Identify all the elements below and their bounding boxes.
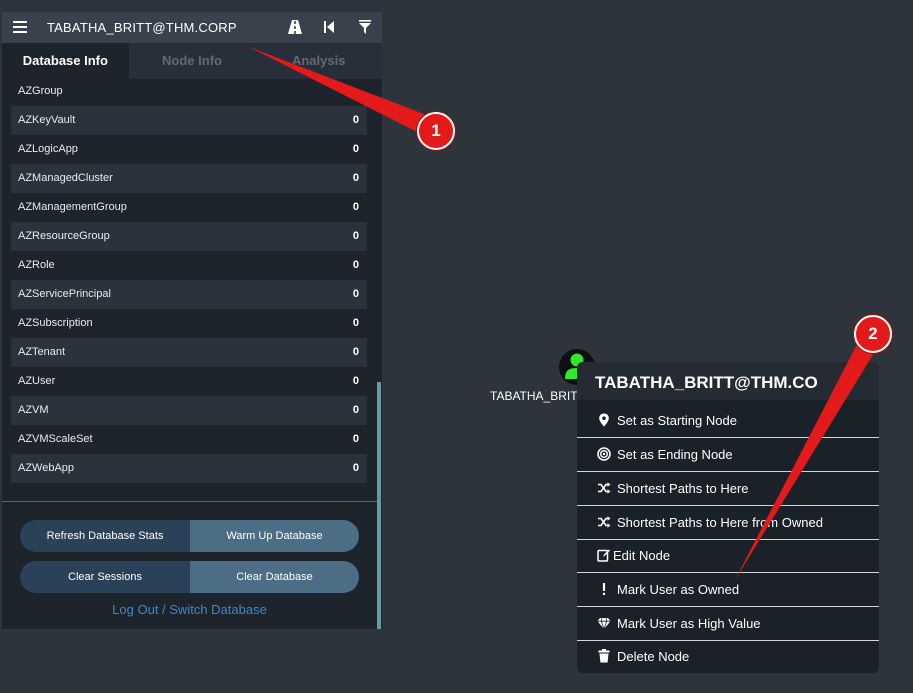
trash-icon	[598, 649, 610, 663]
list-item: AZWebApp 0	[11, 454, 367, 483]
clear-database-button[interactable]: Clear Database	[190, 561, 359, 593]
node-type-name: AZLogicApp	[18, 143, 78, 155]
node-type-name: AZRole	[18, 259, 55, 271]
list-item: AZKeyVault 0	[11, 106, 367, 135]
node-type-count: 0	[352, 201, 359, 213]
search-input[interactable]: TABATHA_BRITT@THM.CORP	[47, 20, 237, 35]
graph-node-label: TABATHA_BRIT	[490, 389, 578, 403]
node-type-name: AZServicePrincipal	[18, 288, 111, 300]
node-type-name: AZGroup	[18, 85, 63, 97]
tab-database-info[interactable]: Database Info	[2, 43, 129, 79]
node-type-count: 0	[352, 230, 359, 242]
list-item: AZVMScaleSet 0	[11, 425, 367, 454]
filter-icon[interactable]	[356, 18, 374, 36]
gem-icon	[597, 617, 611, 630]
node-type-count: 0	[352, 375, 359, 387]
scrollbar[interactable]	[377, 382, 381, 629]
list-item: AZLogicApp 0	[11, 135, 367, 164]
shuffle-icon	[598, 482, 611, 494]
node-type-count: 0	[352, 462, 359, 474]
refresh-database-stats-button[interactable]: Refresh Database Stats	[20, 520, 190, 552]
list-item: AZManagementGroup 0	[11, 193, 367, 222]
node-type-count: 0	[352, 259, 359, 271]
node-type-count: 0	[352, 433, 359, 445]
edit-node-item[interactable]: Edit Node	[577, 539, 879, 573]
node-type-name: AZManagementGroup	[18, 201, 127, 213]
mark-high-value-item[interactable]: Mark User as High Value	[577, 607, 879, 641]
map-marker-icon	[599, 413, 609, 427]
panel-tabs: Database Info Node Info Analysis	[2, 43, 382, 79]
menu-item-label: Edit Node	[613, 548, 671, 563]
list-item: AZVM 0	[11, 396, 367, 425]
side-panel: TABATHA_BRITT@THM.CORP Database Info Nod…	[2, 12, 382, 629]
shortest-paths-here-item[interactable]: Shortest Paths to Here	[577, 472, 879, 506]
list-item: AZRole 0	[11, 251, 367, 280]
node-type-count: 0	[352, 114, 359, 126]
clear-sessions-button[interactable]: Clear Sessions	[20, 561, 190, 593]
list-item: AZManagedCluster 0	[11, 164, 367, 193]
list-item: AZServicePrincipal 0	[11, 280, 367, 309]
node-type-list: AZGroup AZKeyVault 0 AZLogicApp 0 AZManage…	[11, 77, 367, 483]
tab-analysis[interactable]: Analysis	[255, 43, 382, 79]
menu-icon[interactable]	[13, 18, 27, 36]
node-type-count: 0	[352, 288, 359, 300]
node-type-name: AZKeyVault	[18, 114, 76, 126]
back-icon[interactable]	[320, 18, 338, 36]
node-type-count: 0	[352, 172, 359, 184]
list-item: AZResourceGroup 0	[11, 222, 367, 251]
list-item: AZTenant 0	[11, 338, 367, 367]
node-type-count: 0	[352, 317, 359, 329]
node-type-name: AZTenant	[18, 346, 66, 358]
menu-item-label: Mark User as High Value	[617, 616, 761, 631]
edit-icon	[597, 549, 610, 562]
set-starting-node-item[interactable]: Set as Starting Node	[577, 404, 879, 438]
logout-link[interactable]: Log Out / Switch Database	[2, 602, 377, 617]
exclamation-icon	[602, 583, 606, 595]
node-type-name: AZWebApp	[18, 462, 75, 474]
node-type-name: AZManagedCluster	[18, 172, 113, 184]
menu-item-label: Shortest Paths to Here from Owned	[617, 515, 823, 530]
shortest-paths-from-owned-item[interactable]: Shortest Paths to Here from Owned	[577, 506, 879, 540]
list-item: AZUser 0	[11, 367, 367, 396]
shuffle-icon	[598, 516, 611, 528]
node-type-name: AZVM	[18, 404, 49, 416]
menu-item-label: Set as Ending Node	[617, 447, 733, 462]
warm-up-database-button[interactable]: Warm Up Database	[190, 520, 359, 552]
divider	[2, 501, 377, 502]
annotation-badge-1: 1	[417, 112, 455, 150]
mark-owned-item[interactable]: Mark User as Owned	[577, 573, 879, 607]
set-ending-node-item[interactable]: Set as Ending Node	[577, 438, 879, 472]
annotation-badge-2: 2	[854, 315, 892, 353]
node-type-name: AZResourceGroup	[18, 230, 110, 242]
context-menu-header: TABATHA_BRITT@THM.CO	[577, 362, 879, 400]
list-item: AZSubscription 0	[11, 309, 367, 338]
list-item: AZGroup	[11, 77, 367, 106]
node-type-count: 0	[352, 404, 359, 416]
tab-node-info[interactable]: Node Info	[129, 43, 256, 79]
menu-item-label: Delete Node	[617, 649, 690, 664]
node-type-name: AZVMScaleSet	[18, 433, 93, 445]
menu-item-label: Shortest Paths to Here	[617, 481, 749, 496]
menu-item-label: Mark User as Owned	[617, 582, 740, 597]
search-bar: TABATHA_BRITT@THM.CORP	[2, 12, 382, 43]
node-type-count: 0	[352, 346, 359, 358]
node-type-count: 0	[352, 143, 359, 155]
bullseye-icon	[597, 447, 611, 461]
node-type-name: AZSubscription	[18, 317, 93, 329]
node-context-menu: TABATHA_BRITT@THM.CO Set as Starting Nod…	[577, 362, 879, 673]
context-menu-title: TABATHA_BRITT@THM.CO	[595, 373, 818, 392]
delete-node-item[interactable]: Delete Node	[577, 640, 879, 673]
road-icon[interactable]	[286, 18, 304, 36]
node-type-name: AZUser	[18, 375, 56, 387]
menu-item-label: Set as Starting Node	[617, 413, 737, 428]
